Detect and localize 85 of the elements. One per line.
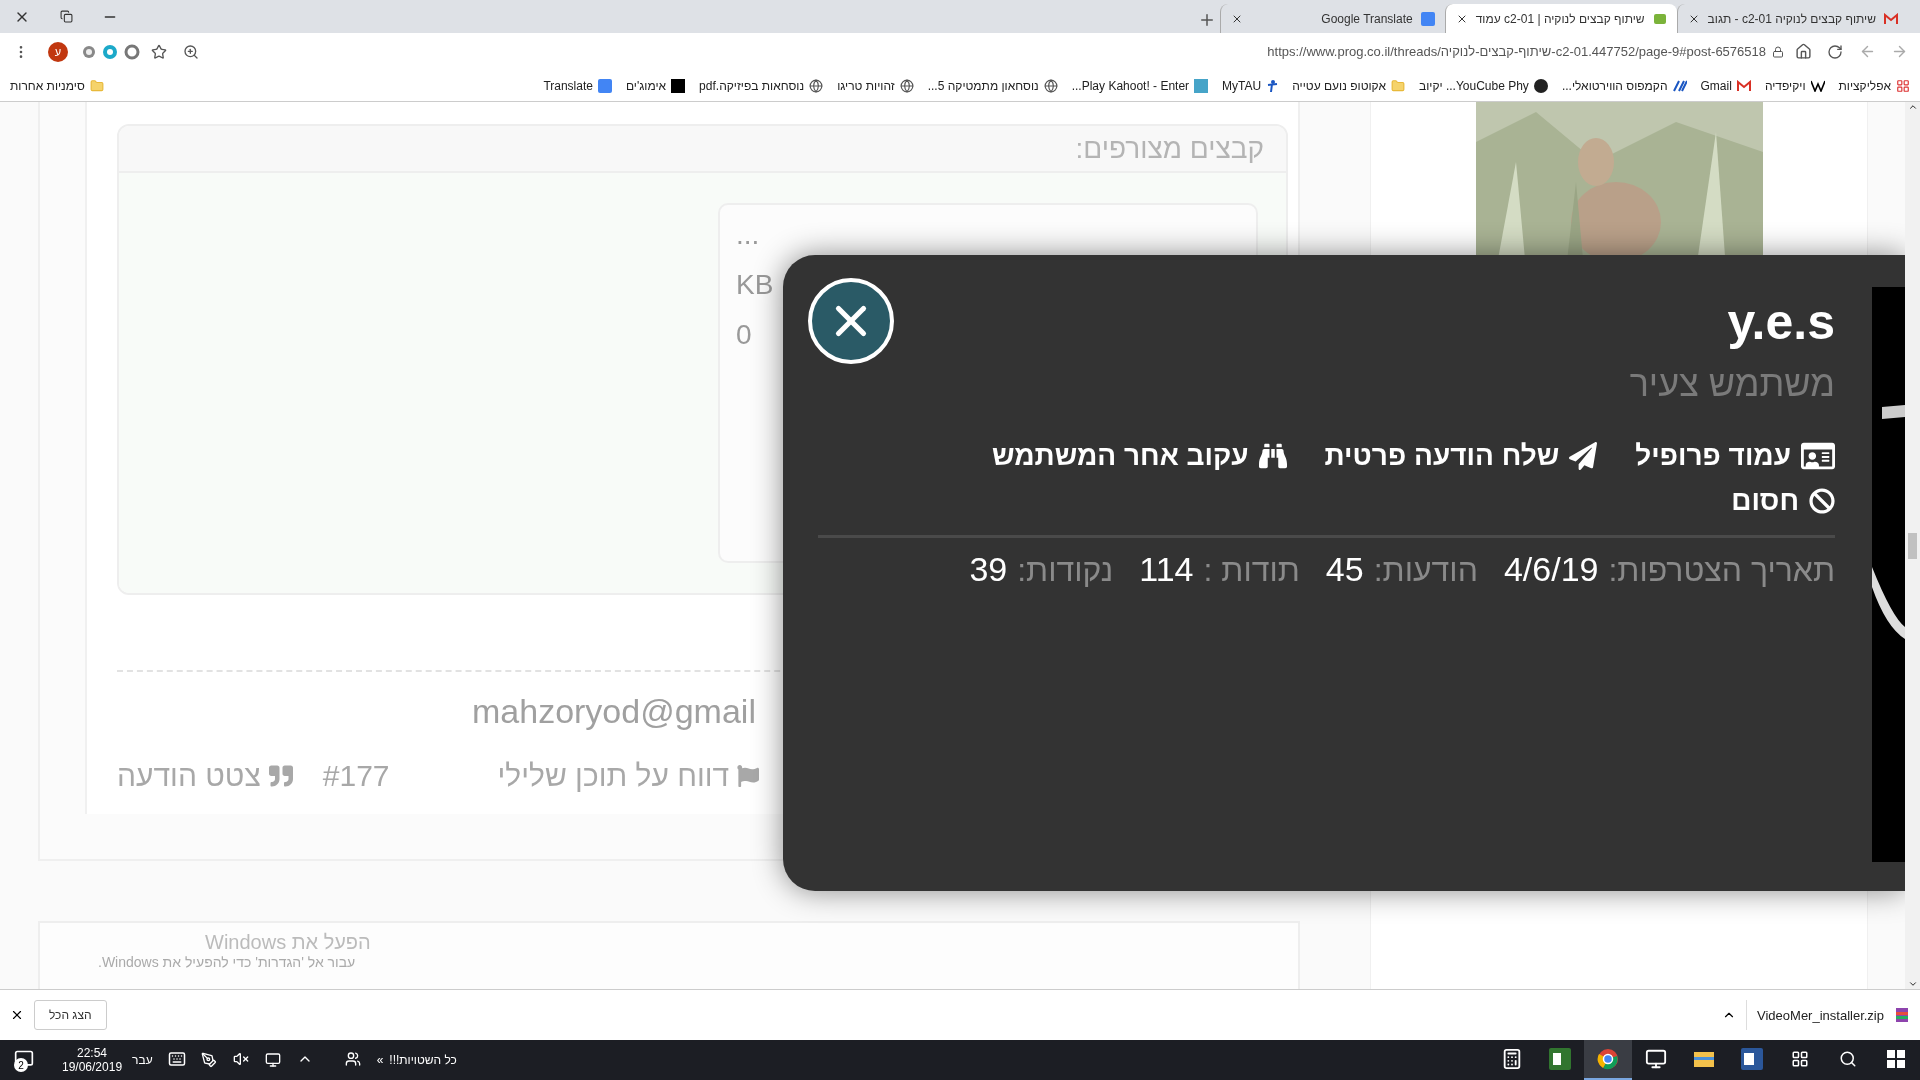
bookmark-item[interactable]: Translate: [543, 78, 612, 93]
toolbar-label[interactable]: כל השטויות!!!: [389, 1053, 457, 1067]
stat-value: 45: [1325, 550, 1364, 589]
folder-icon: [89, 78, 104, 93]
forum-icon: [1652, 11, 1667, 26]
extension-icon[interactable]: [102, 43, 118, 60]
bookmark-item[interactable]: אימוג'ים: [625, 78, 686, 93]
campus-icon: [1672, 79, 1687, 92]
profile-action-link[interactable]: עקוב אחר המשתמש: [991, 439, 1287, 473]
scroll-thumb[interactable]: [1908, 532, 1917, 559]
browser-icon: [1597, 1048, 1619, 1070]
calculator-icon: [1501, 1048, 1523, 1070]
paper-plane-icon: [1569, 442, 1598, 470]
download-item[interactable]: VideoMer_installer.zip: [1757, 1007, 1884, 1023]
network-icon[interactable]: [264, 1052, 281, 1068]
notification-badge: 2: [14, 1058, 28, 1072]
translate-icon: [1420, 11, 1435, 26]
lock-icon: [1772, 45, 1784, 58]
bookmark-item[interactable]: Gmail: [1700, 78, 1751, 93]
stat-value: 39: [969, 550, 1008, 589]
globe-icon: [809, 78, 824, 93]
file-info-text: KB: [736, 268, 774, 302]
kahoot-icon: [1194, 78, 1209, 93]
globe-icon: [1043, 78, 1058, 93]
bookmark-item[interactable]: נוסחאות בפיזיקה.pdf: [699, 78, 824, 93]
extension-icon[interactable]: [82, 44, 96, 59]
clock[interactable]: 22:54 19/06/2019: [62, 1046, 123, 1074]
stat-label: תאריך הצטרפות:: [1608, 552, 1835, 589]
close-icon[interactable]: [10, 1008, 24, 1022]
ban-icon: [1809, 488, 1835, 514]
message-icon[interactable]: [14, 1049, 34, 1069]
stat-label: הודעות:: [1373, 552, 1478, 589]
pen-icon[interactable]: [200, 1052, 217, 1068]
extension-icon[interactable]: [124, 43, 140, 60]
profile-action-link[interactable]: חסום: [1731, 485, 1835, 517]
mail-icon: [1736, 79, 1751, 92]
figure-icon: [1266, 78, 1279, 93]
bookmark-item[interactable]: אפליקציות: [1838, 78, 1910, 93]
stat-label: נקודות:: [1017, 552, 1114, 589]
translate-icon: [597, 78, 612, 93]
folder-icon: [1693, 1049, 1715, 1069]
quote-icon: [268, 764, 293, 788]
bookmark-item[interactable]: YouCube Phy... יקיוב: [1418, 78, 1548, 93]
profile-action-link[interactable]: עמוד פרופיל: [1635, 439, 1835, 473]
bookmark-item[interactable]: Play Kahoot! - Enter...: [1071, 78, 1209, 93]
bookmark-item[interactable]: הקמפוס הווירטואלי...: [1561, 78, 1687, 93]
word-icon: [1741, 1048, 1763, 1070]
bookmark-item[interactable]: סימניות אחרות: [10, 78, 104, 93]
bookmark-item[interactable]: זהויות טריגו: [837, 78, 914, 93]
username: y.e.s: [1727, 293, 1835, 351]
bookmark-item[interactable]: אקוטופ נועם עטייה: [1292, 78, 1405, 93]
profile-action-link[interactable]: שלח הודעה פרטית: [1324, 439, 1598, 473]
square-icon: [671, 78, 686, 93]
bookmark-item[interactable]: נוסחאון מתמטיקה 5...: [927, 78, 1058, 93]
scroll-down-icon[interactable]: [1907, 979, 1918, 989]
folder-icon: [1390, 78, 1405, 93]
activation-title: הפעל את Windows: [205, 931, 371, 955]
toolbar-chevron[interactable]: «: [376, 1053, 384, 1067]
signature-text: mahzoryod@gmail: [472, 692, 756, 731]
monitor-icon: [1645, 1048, 1667, 1070]
archive-icon: [1894, 1007, 1910, 1023]
bookmark-item[interactable]: MyTAU: [1222, 78, 1279, 93]
file-info-text: 0: [736, 318, 752, 352]
bookmark-item[interactable]: ויקיפדיה: [1764, 78, 1825, 93]
stat-value: 114: [1139, 550, 1194, 589]
binoculars-icon: [1258, 442, 1287, 470]
activation-text: עבור אל 'הגדרות' כדי להפעיל את Windows.: [98, 954, 356, 971]
profile-avatar[interactable]: ע: [48, 41, 68, 62]
stat-value: 4/6/19: [1503, 550, 1599, 589]
user-rank: משתמש צעיר: [1629, 363, 1835, 405]
scroll-up-icon[interactable]: [1907, 102, 1918, 112]
project-app-icon: [1549, 1048, 1571, 1070]
globe-icon: [899, 78, 914, 93]
browser-tab[interactable]: שיתוף קבצים לנוקיה | c2-01 עמוד: [1444, 4, 1677, 33]
stat-label: תודות :: [1203, 552, 1300, 589]
mail-icon: [1884, 12, 1898, 25]
address-field[interactable]: https://www.prog.co.il/threads/שיתוף-קבצים-לנוקיה-c2-01.447752/page-9#post-6576518: [1267, 44, 1766, 59]
file-info-text: ...: [736, 218, 760, 252]
grid-icon: [1896, 78, 1910, 93]
wikipedia-icon: [1810, 79, 1825, 92]
language-indicator[interactable]: עבר: [132, 1053, 153, 1067]
flag-icon: [737, 765, 760, 787]
section-title: קבצים מצורפים:: [1075, 132, 1264, 165]
show-all-button[interactable]: הצג הכל: [34, 1000, 107, 1030]
taskbar-app[interactable]: [1584, 1040, 1632, 1080]
